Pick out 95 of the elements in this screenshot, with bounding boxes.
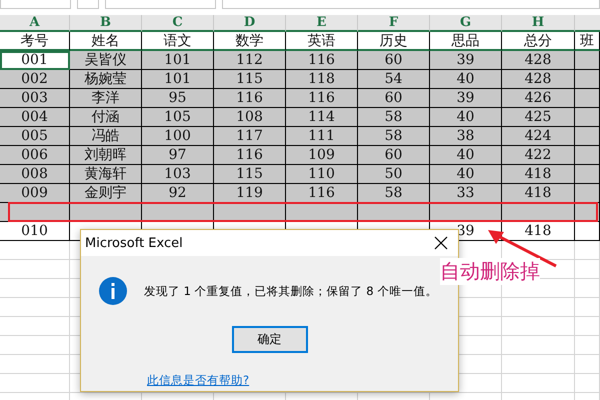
- table-cell: 40: [430, 146, 502, 165]
- table-cell: 001: [0, 51, 70, 70]
- header-cell: 数学: [214, 32, 286, 51]
- table-cell: 58: [358, 184, 430, 203]
- column-header[interactable]: F: [358, 15, 430, 32]
- table-cell: 418: [502, 165, 575, 184]
- toolbar-box[interactable]: [77, 0, 100, 9]
- table-cell: 116: [286, 51, 358, 70]
- table-cell: 426: [502, 89, 575, 108]
- table-cell: 116: [214, 89, 286, 108]
- table-cell: 105: [142, 108, 214, 127]
- table-cell: 117: [214, 127, 286, 146]
- table-cell: 004: [0, 108, 70, 127]
- table-cell: 58: [358, 108, 430, 127]
- column-header[interactable]: B: [70, 15, 142, 32]
- info-icon: [98, 276, 128, 306]
- table-cell: 119: [214, 184, 286, 203]
- table-cell: 115: [214, 70, 286, 89]
- header-cell: 语文: [142, 32, 214, 51]
- table-cell: 60: [358, 89, 430, 108]
- table-cell: 109: [286, 146, 358, 165]
- column-header[interactable]: [575, 15, 600, 32]
- table-cell: 100: [142, 127, 214, 146]
- table-cell: 116: [214, 146, 286, 165]
- table-cell: 108: [214, 108, 286, 127]
- table-cell: 吴皆仪: [70, 51, 142, 70]
- help-link[interactable]: 此信息是否有帮助?: [147, 373, 250, 388]
- table-cell: 422: [502, 146, 575, 165]
- header-cell: 姓名: [70, 32, 142, 51]
- table-cell: 010: [0, 222, 70, 241]
- toolbar-box[interactable]: [105, 0, 216, 9]
- table-cell: 60: [358, 146, 430, 165]
- table-cell: 116: [286, 89, 358, 108]
- table-cell: 40: [430, 165, 502, 184]
- table-cell: 428: [502, 51, 575, 70]
- column-header[interactable]: G: [430, 15, 502, 32]
- table-cell: 118: [286, 70, 358, 89]
- table-cell: 005: [0, 127, 70, 146]
- table-cell: 40: [430, 70, 502, 89]
- table-cell: 58: [358, 127, 430, 146]
- table-cell: 002: [0, 70, 70, 89]
- table-cell: 424: [502, 127, 575, 146]
- column-header[interactable]: H: [502, 15, 575, 32]
- table-cell: 103: [142, 165, 214, 184]
- table-cell: 009: [0, 184, 70, 203]
- table-cell: 刘朝晖: [70, 146, 142, 165]
- column-header[interactable]: A: [0, 15, 70, 32]
- header-cell: 班: [575, 32, 600, 51]
- column-header[interactable]: E: [286, 15, 358, 32]
- table-cell: 111: [286, 127, 358, 146]
- table-cell: 付涵: [70, 108, 142, 127]
- table-cell: 116: [286, 184, 358, 203]
- table-cell: 428: [502, 70, 575, 89]
- header-cell: 英语: [286, 32, 358, 51]
- table-cell: 54: [358, 70, 430, 89]
- table-cell: 115: [214, 165, 286, 184]
- table-cell: 003: [0, 89, 70, 108]
- table-cell: 101: [142, 51, 214, 70]
- table-cell: 杨婉莹: [70, 70, 142, 89]
- table-cell: 39: [430, 51, 502, 70]
- table-cell: 110: [286, 165, 358, 184]
- table-cell: 112: [214, 51, 286, 70]
- ok-button[interactable]: 确定: [232, 326, 308, 353]
- table-cell: 38: [430, 127, 502, 146]
- table-cell: 33: [430, 184, 502, 203]
- close-button[interactable]: [434, 236, 448, 250]
- table-cell: 李洋: [70, 89, 142, 108]
- dialog-message: 发现了 1 个重复值，已将其删除；保留了 8 个唯一值。: [144, 284, 438, 298]
- header-cell: 历史: [358, 32, 430, 51]
- table-cell: 92: [142, 184, 214, 203]
- table-cell: 95: [142, 89, 214, 108]
- table-cell: 40: [430, 108, 502, 127]
- table-cell: 冯皓: [70, 127, 142, 146]
- table-cell: 101: [142, 70, 214, 89]
- table-cell: 425: [502, 108, 575, 127]
- header-cell: 思品: [430, 32, 502, 51]
- table-cell: 114: [286, 108, 358, 127]
- dialog-title: Microsoft Excel: [85, 236, 183, 250]
- table-cell: 黄海轩: [70, 165, 142, 184]
- table-cell: 418: [502, 184, 575, 203]
- name-box[interactable]: [0, 0, 72, 9]
- table-cell: 39: [430, 89, 502, 108]
- annotation-text: 自动删除掉: [440, 258, 540, 285]
- column-header[interactable]: D: [214, 15, 286, 32]
- header-cell: 考号: [0, 32, 70, 51]
- table-cell: 006: [0, 146, 70, 165]
- table-cell: 60: [358, 51, 430, 70]
- formula-field[interactable]: [222, 0, 600, 9]
- table-cell: 50: [358, 165, 430, 184]
- table-cell: 金则宇: [70, 184, 142, 203]
- table-cell: 008: [0, 165, 70, 184]
- header-cell: 总分: [502, 32, 575, 51]
- table-cell: 97: [142, 146, 214, 165]
- table-cell: 418: [502, 222, 575, 241]
- column-header[interactable]: C: [142, 15, 214, 32]
